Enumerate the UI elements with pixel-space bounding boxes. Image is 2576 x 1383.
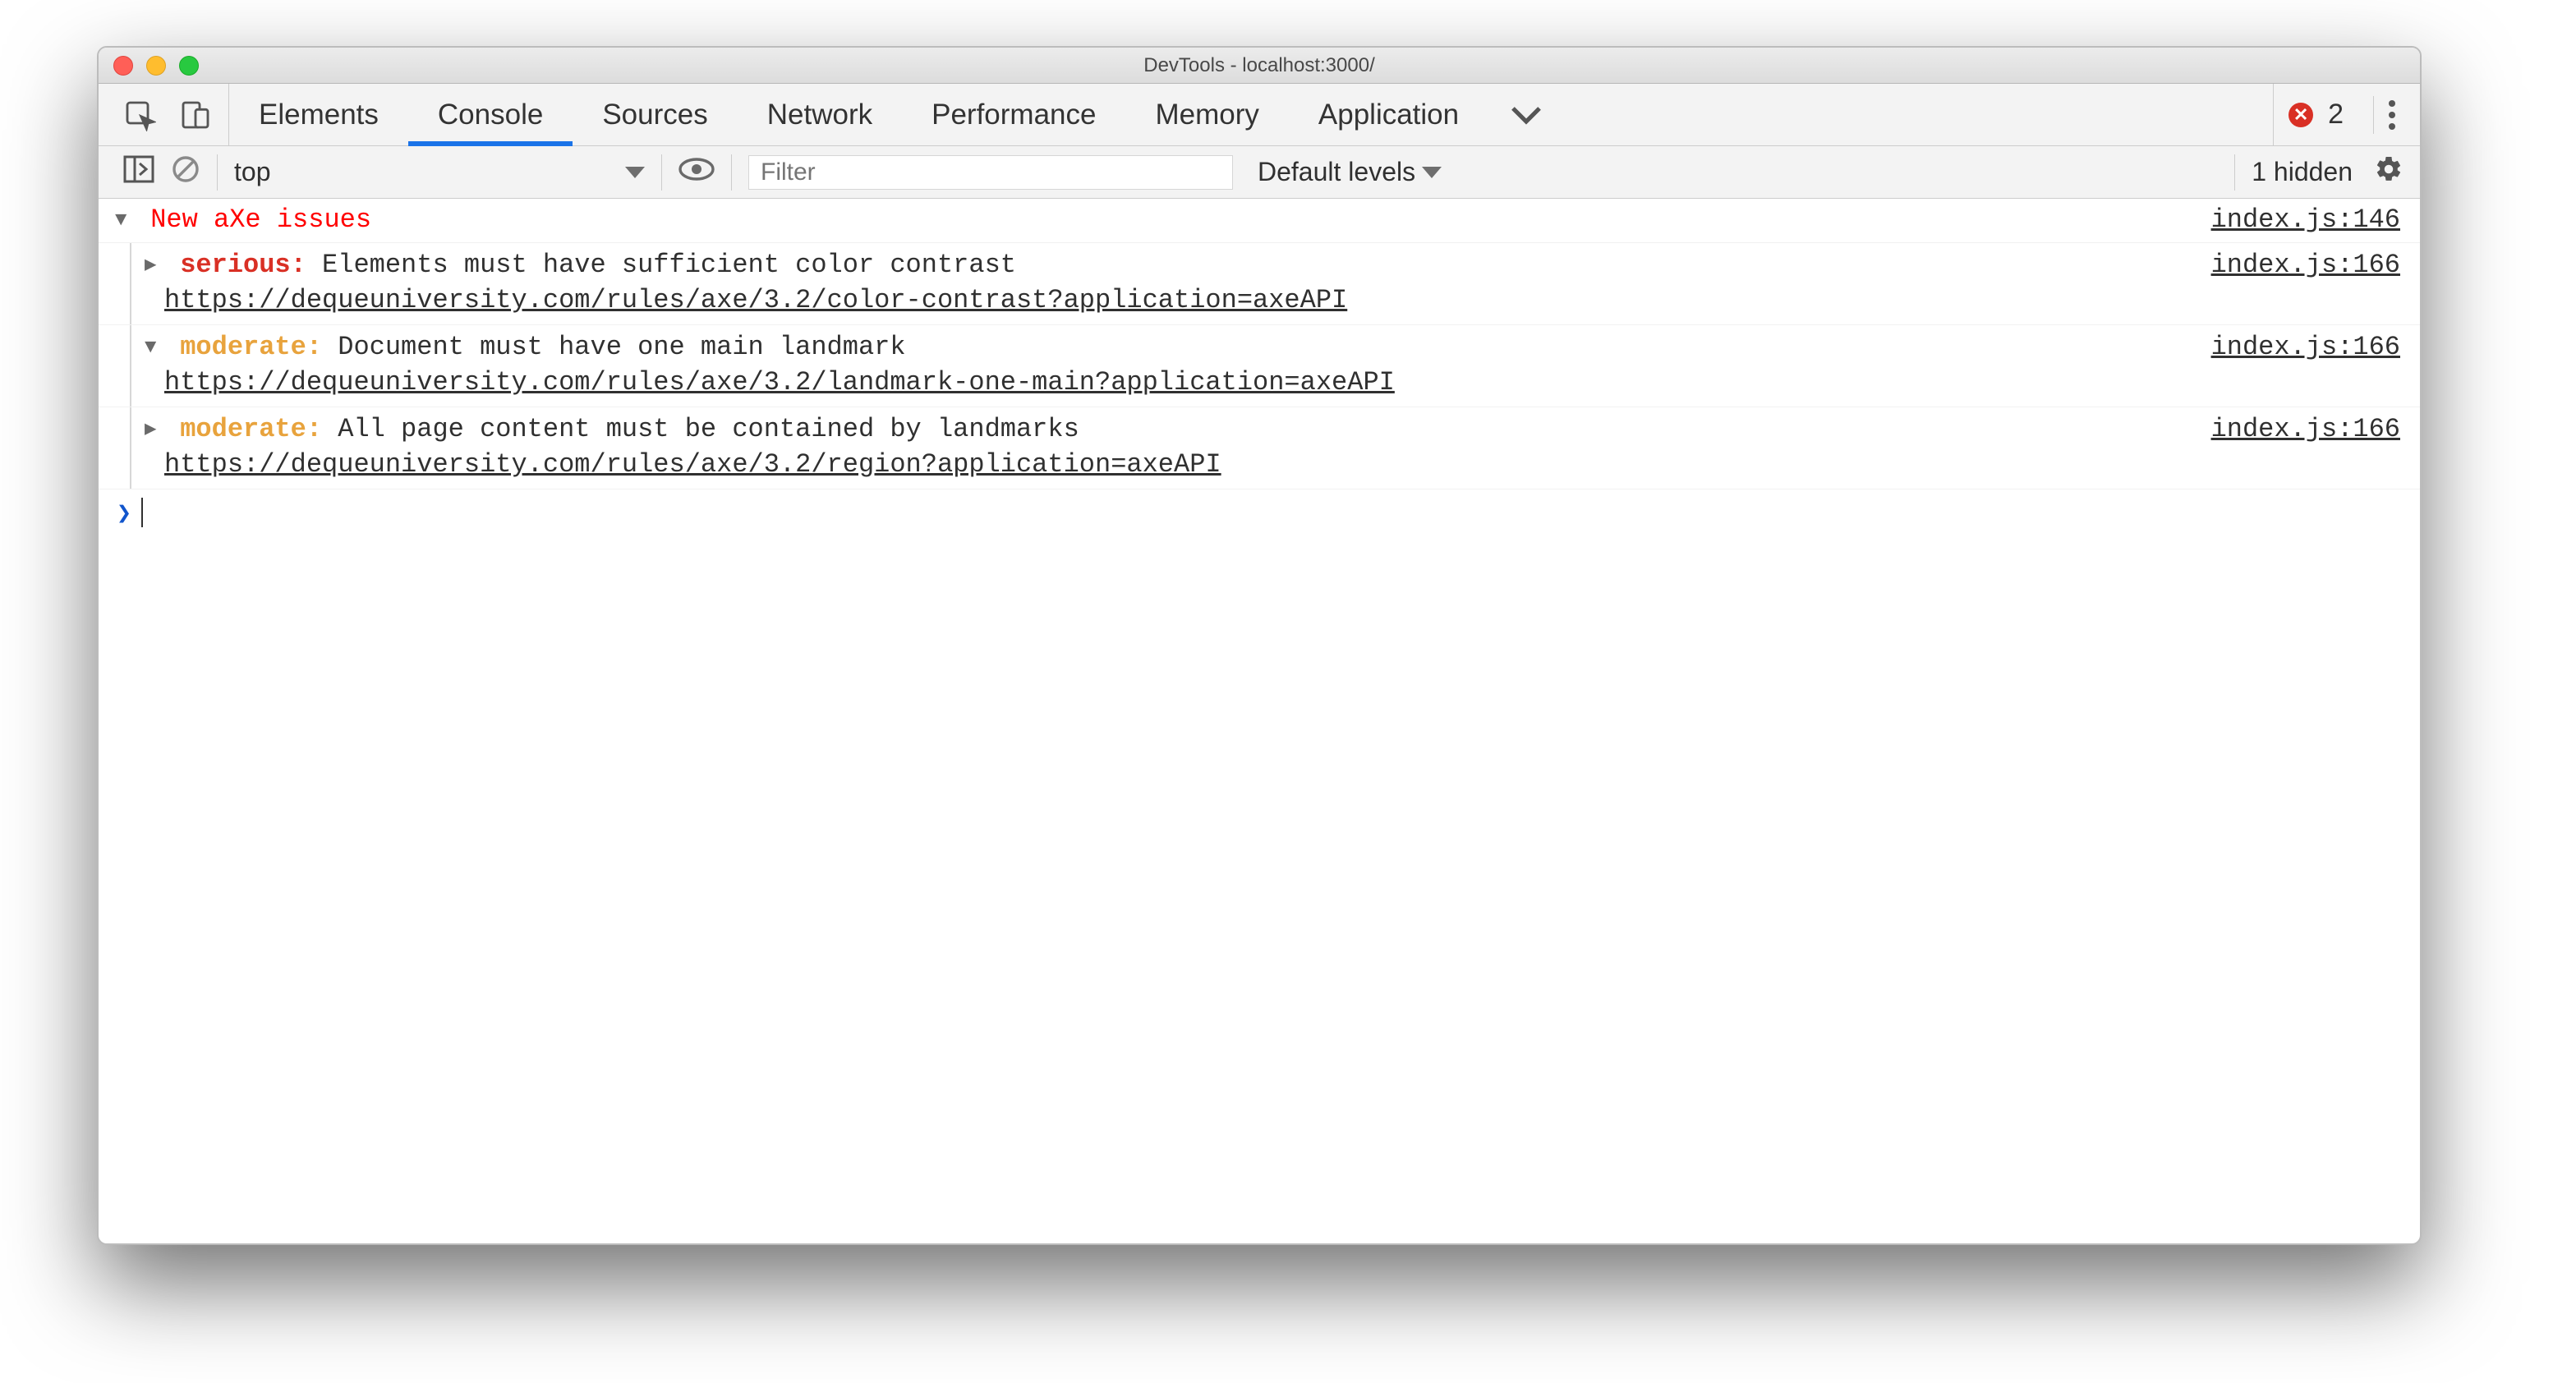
close-window-button[interactable]: [113, 56, 133, 76]
chevron-down-icon: [1422, 167, 1442, 178]
inspect-element-icon[interactable]: [123, 99, 156, 131]
console-entry[interactable]: index.js:166 ▶ moderate: All page conten…: [99, 407, 2420, 489]
rule-link[interactable]: https://dequeuniversity.com/rules/axe/3.…: [164, 367, 1395, 397]
clear-console-icon[interactable]: [171, 154, 200, 191]
window-title: DevTools - localhost:3000/: [99, 54, 2420, 77]
tab-application[interactable]: Application: [1289, 84, 1488, 145]
rule-link[interactable]: https://dequeuniversity.com/rules/axe/3.…: [164, 285, 1347, 315]
console-entry[interactable]: index.js:166 ▶ serious: Elements must ha…: [99, 243, 2420, 325]
tab-memory[interactable]: Memory: [1125, 84, 1288, 145]
console-message: Document must have one main landmark: [338, 332, 905, 362]
severity-label: serious:: [180, 250, 306, 280]
severity-label: moderate:: [180, 332, 322, 362]
tabs-overflow-button[interactable]: [1488, 84, 1564, 145]
console-message: All page content must be contained by la…: [338, 414, 1079, 444]
error-icon[interactable]: ✕: [2288, 103, 2313, 127]
window-controls: [99, 56, 199, 76]
execution-context-select[interactable]: top: [234, 157, 645, 187]
execution-context-label: top: [234, 157, 270, 187]
live-expression-icon[interactable]: [678, 157, 715, 188]
chevron-down-icon: [625, 167, 645, 178]
console-group-title: New aXe issues: [150, 204, 371, 235]
console-settings-icon[interactable]: [2374, 154, 2404, 191]
text-cursor: [141, 498, 143, 527]
console-group-header[interactable]: ▼ New aXe issues index.js:146: [99, 199, 2420, 243]
console-prompt[interactable]: ❯: [99, 489, 2420, 535]
hidden-messages-count[interactable]: 1 hidden: [2252, 157, 2358, 187]
console-toolbar: top Default levels 1 hidden: [99, 146, 2420, 199]
console-sidebar-toggle-icon[interactable]: [123, 155, 154, 190]
source-link[interactable]: index.js:166: [2211, 330, 2400, 365]
tab-network[interactable]: Network: [738, 84, 902, 145]
console-filter-input[interactable]: [748, 155, 1233, 190]
console-entry[interactable]: index.js:166 ▼ moderate: Document must h…: [99, 325, 2420, 407]
disclosure-right-icon[interactable]: ▶: [145, 413, 164, 448]
tab-elements[interactable]: Elements: [229, 84, 408, 145]
source-link[interactable]: index.js:166: [2211, 412, 2400, 447]
source-link[interactable]: index.js:146: [2211, 202, 2400, 238]
log-levels-select[interactable]: Default levels: [1249, 157, 1442, 187]
tab-sources[interactable]: Sources: [573, 84, 737, 145]
console-output: ▼ New aXe issues index.js:146 index.js:1…: [99, 199, 2420, 535]
rule-link[interactable]: https://dequeuniversity.com/rules/axe/3.…: [164, 449, 1221, 480]
prompt-caret-icon: ❯: [117, 499, 131, 527]
error-count[interactable]: 2: [2328, 99, 2344, 131]
disclosure-down-icon[interactable]: ▼: [145, 331, 164, 365]
titlebar: DevTools - localhost:3000/: [99, 48, 2420, 84]
console-message: Elements must have sufficient color cont…: [322, 250, 1016, 280]
source-link[interactable]: index.js:166: [2211, 248, 2400, 283]
panel-tabs: Elements Console Sources Network Perform…: [229, 84, 2273, 145]
devtools-window: DevTools - localhost:3000/: [97, 46, 2422, 1245]
log-levels-label: Default levels: [1258, 157, 1415, 187]
severity-label: moderate:: [180, 414, 322, 444]
device-toolbar-icon[interactable]: [179, 99, 212, 131]
tab-performance[interactable]: Performance: [902, 84, 1125, 145]
disclosure-down-icon[interactable]: ▼: [115, 203, 135, 239]
panel-tabs-bar: Elements Console Sources Network Perform…: [99, 84, 2420, 146]
tab-console[interactable]: Console: [408, 84, 573, 145]
minimize-window-button[interactable]: [146, 56, 166, 76]
devtools-menu-button[interactable]: [2373, 96, 2395, 134]
disclosure-right-icon[interactable]: ▶: [145, 249, 164, 283]
zoom-window-button[interactable]: [179, 56, 199, 76]
